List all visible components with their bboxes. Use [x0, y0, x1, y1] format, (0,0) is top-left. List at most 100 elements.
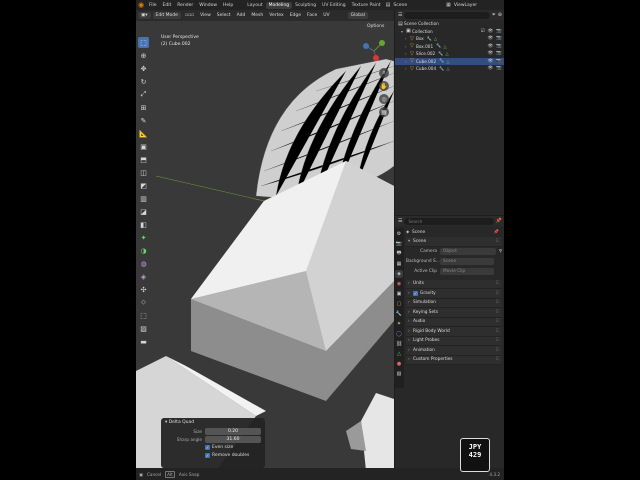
tool-tab-icon[interactable]: ⚙	[395, 230, 403, 238]
data-tab-icon[interactable]: △	[395, 350, 403, 358]
size-field[interactable]: 0.20	[205, 427, 261, 435]
scene-selector[interactable]: Scene	[390, 3, 410, 8]
options-button[interactable]: Options	[364, 23, 388, 30]
physics-tab-icon[interactable]: ◯	[395, 330, 403, 338]
scene-collection-row[interactable]: ▤ Scene Collection	[395, 20, 504, 28]
scene-section-header[interactable]: ▾ Scene ⠿	[406, 237, 502, 247]
object-tab-icon[interactable]: ▢	[395, 300, 403, 308]
texture-tab-icon[interactable]: ▧	[395, 370, 403, 378]
particles-tab-icon[interactable]: ✶	[395, 320, 403, 328]
checkbox-icon[interactable]: ☑	[481, 29, 485, 34]
eye-icon[interactable]: 👁	[488, 66, 494, 71]
camera-icon[interactable]: 📷	[496, 44, 502, 49]
extrude-icon[interactable]: ⬒	[138, 154, 149, 165]
even-size-checkbox[interactable]: ✓ Even size	[205, 444, 233, 450]
drag-handle-icon[interactable]: ⠿	[496, 348, 499, 353]
drag-handle-icon[interactable]: ⠿	[496, 338, 499, 343]
blender-logo-icon[interactable]: ◉	[136, 0, 146, 10]
rotate-icon[interactable]: ↻	[138, 76, 149, 87]
camera-icon[interactable]: 📷	[496, 29, 502, 34]
drag-handle-icon[interactable]: ⠿	[496, 319, 499, 324]
add-cube-icon[interactable]: ▣	[138, 141, 149, 152]
view-layer-tab-icon[interactable]: ▦	[395, 260, 403, 268]
spin-icon[interactable]: ✦	[138, 232, 149, 243]
measure-icon[interactable]: 📐	[138, 128, 149, 139]
outliner-item[interactable]: › ▽ Box.001 🔧 △ 👁 📷	[395, 43, 504, 51]
background-scene-field[interactable]: Scene	[440, 258, 494, 265]
outliner-icon[interactable]: ☰	[398, 12, 402, 18]
transform-icon[interactable]: ⊞	[138, 102, 149, 113]
tab-texture-paint[interactable]: Texture Paint	[349, 2, 384, 9]
section-header[interactable]: › Custom Properties ⠿	[406, 355, 502, 365]
section-header[interactable]: › Animation ⠿	[406, 346, 502, 356]
select-box-icon[interactable]: ⬚	[138, 37, 149, 48]
collection-row[interactable]: ▾ ▣ Collection ☑ 👁 📷	[395, 28, 504, 36]
outliner-search-input[interactable]	[404, 11, 490, 19]
menu-view[interactable]: View	[198, 13, 213, 18]
material-tab-icon[interactable]: ●	[395, 360, 403, 368]
sharp-angle-field[interactable]: 31.60	[205, 435, 261, 443]
camera-field[interactable]: Object	[440, 248, 496, 255]
filter-icon[interactable]: ⏷	[492, 12, 496, 18]
move-icon[interactable]: ✥	[138, 63, 149, 74]
poly-build-icon[interactable]: ◧	[138, 219, 149, 230]
image-icon[interactable]: ▨	[138, 323, 149, 334]
collection-tab-icon[interactable]: ▣	[395, 290, 403, 298]
outliner-item[interactable]: › ▽ Cube.004 🔧 △ 👁 📷	[395, 65, 504, 73]
select-mode-icon[interactable]: ▫▫▫	[183, 13, 196, 18]
last-operator-panel[interactable]: ▾ Delta Quad Size 0.20 Sharp angle 31.60…	[161, 418, 265, 468]
camera-icon[interactable]: 📷	[496, 59, 502, 64]
pin-icon[interactable]: 📌	[494, 230, 499, 235]
camera-icon[interactable]: 📷	[496, 36, 502, 41]
camera-icon[interactable]: 📷	[496, 66, 502, 71]
drag-handle-icon[interactable]: ⠿	[496, 291, 499, 296]
eye-icon[interactable]: 👁	[488, 59, 494, 64]
display-icon[interactable]: ▬	[138, 336, 149, 347]
3d-viewport[interactable]: User Perspective (2) Cube.002 Options ⌕ …	[136, 21, 394, 471]
new-collection-icon[interactable]: ⊕	[498, 12, 502, 18]
menu-select[interactable]: Select	[215, 13, 233, 18]
edge-slide-icon[interactable]: ◍	[138, 258, 149, 269]
tab-uv-editing[interactable]: UV Editing	[319, 2, 348, 9]
drag-handle-icon[interactable]: ⠿	[496, 329, 499, 334]
properties-search-input[interactable]: Search	[404, 217, 494, 225]
checkmark-icon[interactable]: ✓	[413, 290, 418, 296]
eye-icon[interactable]: 👁	[488, 29, 494, 34]
section-header[interactable]: › ✓ Gravity ⠿	[406, 289, 502, 299]
shear-icon[interactable]: ✣	[138, 284, 149, 295]
camera-icon[interactable]: 📷	[496, 51, 502, 56]
cursor-icon[interactable]: ⊕	[138, 50, 149, 61]
vertex-tool-icon[interactable]: ⬚	[138, 310, 149, 321]
loop-cut-icon[interactable]: ▥	[138, 193, 149, 204]
section-header[interactable]: › Rigid Body World ⠿	[406, 327, 502, 337]
transform-orientation-selector[interactable]: Global	[347, 12, 368, 19]
editor-type-button[interactable]: ▣▾	[138, 12, 151, 19]
inset-icon[interactable]: ◫	[138, 167, 149, 178]
drag-handle-icon[interactable]: ⠿	[496, 281, 499, 286]
menu-window[interactable]: Window	[196, 3, 220, 8]
section-header[interactable]: › Units ⠿	[406, 279, 502, 289]
drag-handle-icon[interactable]: ⠿	[496, 357, 499, 362]
world-tab-icon[interactable]: ◉	[395, 280, 403, 288]
tab-layout[interactable]: Layout	[244, 2, 265, 9]
menu-help[interactable]: Help	[220, 3, 236, 8]
active-clip-field[interactable]: Movie Clip	[440, 268, 494, 275]
menu-add[interactable]: Add	[235, 13, 248, 18]
knife-icon[interactable]: ◪	[138, 206, 149, 217]
eye-icon[interactable]: 👁	[488, 51, 494, 56]
zoom-icon[interactable]: ⌕	[379, 68, 389, 78]
menu-file[interactable]: File	[146, 3, 160, 8]
menu-vertex[interactable]: Vertex	[267, 13, 285, 18]
menu-edit[interactable]: Edit	[160, 3, 175, 8]
camera-view-icon[interactable]: ◎	[379, 94, 389, 104]
constraints-tab-icon[interactable]: ⛓	[395, 340, 403, 348]
menu-mesh[interactable]: Mesh	[249, 13, 265, 18]
shrink-fatten-icon[interactable]: ◈	[138, 271, 149, 282]
section-header[interactable]: › Keying Sets ⠿	[406, 308, 502, 318]
properties-icon[interactable]: ☰	[398, 218, 402, 224]
menu-render[interactable]: Render	[174, 3, 196, 8]
modifier-tab-icon[interactable]: 🔧	[395, 310, 403, 318]
rip-icon[interactable]: ⬦	[138, 297, 149, 308]
pin-icon[interactable]: 📌	[496, 218, 502, 224]
scene-tab-icon[interactable]: ◈	[395, 270, 403, 278]
